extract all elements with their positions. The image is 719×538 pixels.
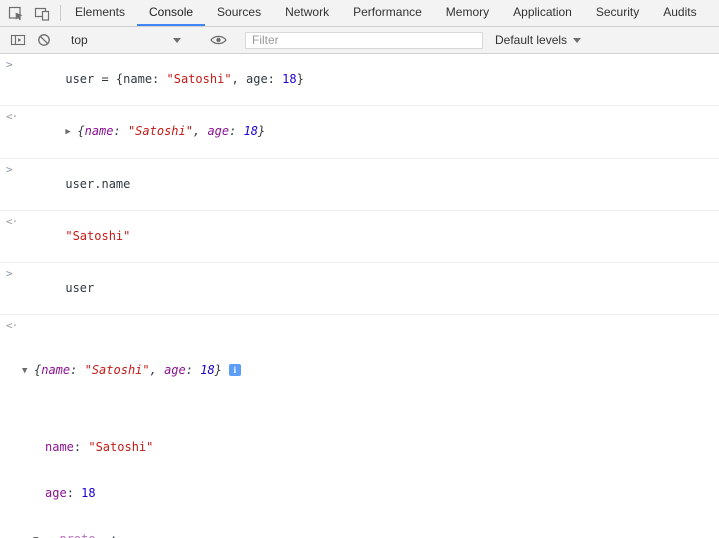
console-result-expanded: <· ▼{name: "Satoshi", age: 18} i name: "S… — [0, 315, 719, 538]
device-toolbar-icon[interactable] — [29, 0, 55, 26]
console-token: : — [186, 363, 200, 377]
console-command-text: user — [65, 281, 94, 295]
console-input-echo: > user — [0, 263, 719, 315]
context-selector-value: top — [71, 33, 88, 47]
toolbar-divider — [60, 5, 61, 21]
input-chevron-icon: > — [6, 58, 13, 71]
input-chevron-icon: > — [6, 267, 13, 280]
console-token: , — [193, 124, 207, 138]
console-command-text: user.name — [65, 177, 130, 191]
string-result-text: "Satoshi" — [65, 229, 130, 243]
object-preview-collapsed[interactable]: ▶{name: "Satoshi", age: 18} — [65, 124, 265, 138]
panel-tabs: Elements Console Sources Network Perform… — [63, 0, 719, 26]
console-token: } — [215, 363, 222, 377]
console-token: "Satoshi" — [65, 229, 130, 243]
console-token: name — [45, 440, 74, 454]
console-token: name — [85, 124, 114, 138]
console-command-text: user = {name: "Satoshi", age: 18} — [65, 72, 303, 86]
console-token: age — [45, 486, 67, 500]
console-token: 18 — [244, 124, 258, 138]
console-sidebar-toggle-icon[interactable] — [5, 27, 31, 53]
tab-network[interactable]: Network — [273, 0, 341, 26]
console-token: age — [207, 124, 229, 138]
console-token: user.name — [65, 177, 130, 191]
clear-console-icon[interactable] — [31, 27, 57, 53]
input-chevron-icon: > — [6, 163, 13, 176]
filter-input[interactable] — [245, 32, 483, 49]
console-result: <· "Satoshi" — [0, 211, 719, 263]
console-token: , age: — [232, 72, 283, 86]
console-toolbar: top Default levels — [0, 27, 719, 54]
inspect-element-icon[interactable] — [3, 0, 29, 26]
console-token: age — [164, 363, 186, 377]
object-header-row[interactable]: ▼{name: "Satoshi", age: 18} i — [0, 363, 711, 379]
tab-application[interactable]: Application — [501, 0, 584, 26]
console-token: { — [77, 124, 84, 138]
object-preview-expanded[interactable]: ▼{name: "Satoshi", age: 18} — [22, 363, 222, 377]
tab-audits[interactable]: Audits — [651, 0, 708, 26]
log-levels-dropdown[interactable]: Default levels — [495, 33, 581, 47]
console-token: } — [258, 124, 265, 138]
tab-truncated[interactable]: A — [709, 0, 719, 26]
console-token: "Satoshi" — [88, 440, 153, 454]
tab-security[interactable]: Security — [584, 0, 651, 26]
console-token: user = {name: — [65, 72, 166, 86]
expand-triangle-icon[interactable]: ▼ — [22, 364, 34, 379]
tab-console[interactable]: Console — [137, 0, 205, 26]
output-chevron-icon: <· — [6, 319, 17, 332]
console-token: "Satoshi" — [85, 363, 150, 377]
live-expression-eye-icon[interactable] — [205, 27, 231, 53]
console-token: "Satoshi" — [167, 72, 232, 86]
output-chevron-icon: <· — [6, 110, 17, 123]
log-levels-label: Default levels — [495, 33, 567, 47]
console-token: "Satoshi" — [128, 124, 193, 138]
console-token: __proto__ — [45, 532, 110, 538]
tab-sources[interactable]: Sources — [205, 0, 273, 26]
devtools-left-icons — [0, 0, 58, 26]
console-token: 18 — [200, 363, 214, 377]
console-token: : — [67, 486, 81, 500]
console-token: 18 — [81, 486, 95, 500]
expand-triangle-icon[interactable]: ▼ — [33, 532, 45, 538]
tab-performance[interactable]: Performance — [341, 0, 434, 26]
tab-elements[interactable]: Elements — [63, 0, 137, 26]
output-chevron-icon: <· — [6, 215, 17, 228]
execution-context-selector[interactable]: top — [67, 33, 185, 47]
console-token: name — [41, 363, 70, 377]
chevron-down-icon — [573, 38, 581, 43]
console-token: 18 — [282, 72, 296, 86]
tab-memory[interactable]: Memory — [434, 0, 501, 26]
devtools-window: Elements Console Sources Network Perform… — [0, 0, 719, 538]
object-property-row: age: 18 — [0, 485, 711, 501]
console-token: user — [65, 281, 94, 295]
console-messages: >user = {name: "Satoshi", age: 18} <·▶{n… — [0, 54, 719, 538]
console-result: <· ▶{name: "Satoshi", age: 18} — [0, 106, 719, 159]
console-token: , — [150, 363, 164, 377]
object-property-row: name: "Satoshi" — [0, 439, 711, 455]
info-icon[interactable]: i — [229, 364, 241, 376]
devtools-tab-bar: Elements Console Sources Network Perform… — [0, 0, 719, 27]
object-property-tree: name: "Satoshi" age: 18 ▼__proto__: ▶con… — [0, 409, 711, 538]
console-token: : — [70, 363, 84, 377]
proto-header-row[interactable]: ▼__proto__: — [0, 531, 711, 538]
console-token: } — [297, 72, 304, 86]
console-input-echo: > user.name — [0, 159, 719, 211]
console-token: : — [114, 124, 128, 138]
console-token: : — [74, 440, 88, 454]
expand-triangle-icon[interactable]: ▶ — [65, 125, 77, 140]
console-token: : — [229, 124, 243, 138]
chevron-down-icon — [173, 38, 181, 43]
console-input-echo: > user = {name: "Satoshi", age: 18} — [0, 54, 719, 106]
console-token: : — [110, 532, 117, 538]
